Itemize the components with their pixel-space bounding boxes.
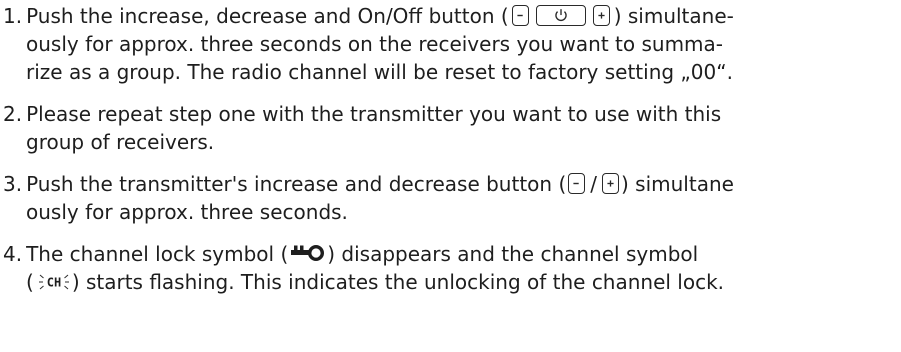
step-4-paren-open: ( (26, 270, 34, 294)
plus-button-icon (602, 173, 619, 194)
channel-icon-label: CH (47, 276, 61, 290)
minus-button-icon (568, 173, 586, 194)
step-4: 4. The channel lock symbol ( ) disappears … (3, 240, 895, 296)
step-1: 1. Push the increase, decrease and On/Off… (3, 2, 895, 86)
step-number: 4. (3, 242, 23, 266)
step-4-text-c: ) starts flashing. This indicates the un… (71, 270, 725, 294)
channel-flashing-icon: CH (38, 274, 69, 290)
step-4-text-a: The channel lock symbol ( (26, 242, 289, 266)
step-1-line-2: ously for approx. three seconds on the r… (26, 32, 724, 56)
step-2-text: Please repeat step one with the transmit… (26, 102, 722, 126)
step-4-text-b: ) disappears and the channel symbol (327, 242, 699, 266)
step-2-line-1: 2. Please repeat step one with the transm… (3, 100, 895, 128)
step-2: 2. Please repeat step one with the transm… (3, 100, 895, 156)
step-4-line-2: ( CH ) starts flashing. This indicates the… (3, 268, 895, 296)
step-1-line-3: rize as a group. The radio channel will … (26, 60, 733, 84)
step-3-text-b: ) simultane (621, 172, 734, 196)
step-number: 1. (3, 4, 23, 28)
key-lock-icon (291, 244, 325, 262)
step-4-line-1: 4. The channel lock symbol ( ) disappears … (3, 240, 895, 268)
step-1-line-1: 1. Push the increase, decrease and On/Off… (3, 2, 895, 30)
step-number: 3. (3, 172, 23, 196)
minus-button-icon (511, 5, 529, 26)
power-button-icon (535, 5, 586, 26)
plus-button-icon (592, 5, 610, 26)
step-3-separator: / (590, 172, 597, 196)
step-3-line-2: ously for approx. three seconds. (26, 200, 348, 224)
step-2-line-2: group of receivers. (26, 130, 215, 154)
step-3-text-a: Push the transmitter's increase and decr… (26, 172, 567, 196)
step-1-text-b: ) simultane- (613, 4, 734, 28)
step-3: 3. Push the transmitter's increase and de… (3, 170, 895, 226)
step-3-line-1: 3. Push the transmitter's increase and de… (3, 170, 895, 198)
step-1-text-a: Push the increase, decrease and On/Off b… (26, 4, 509, 28)
step-number: 2. (3, 102, 23, 126)
